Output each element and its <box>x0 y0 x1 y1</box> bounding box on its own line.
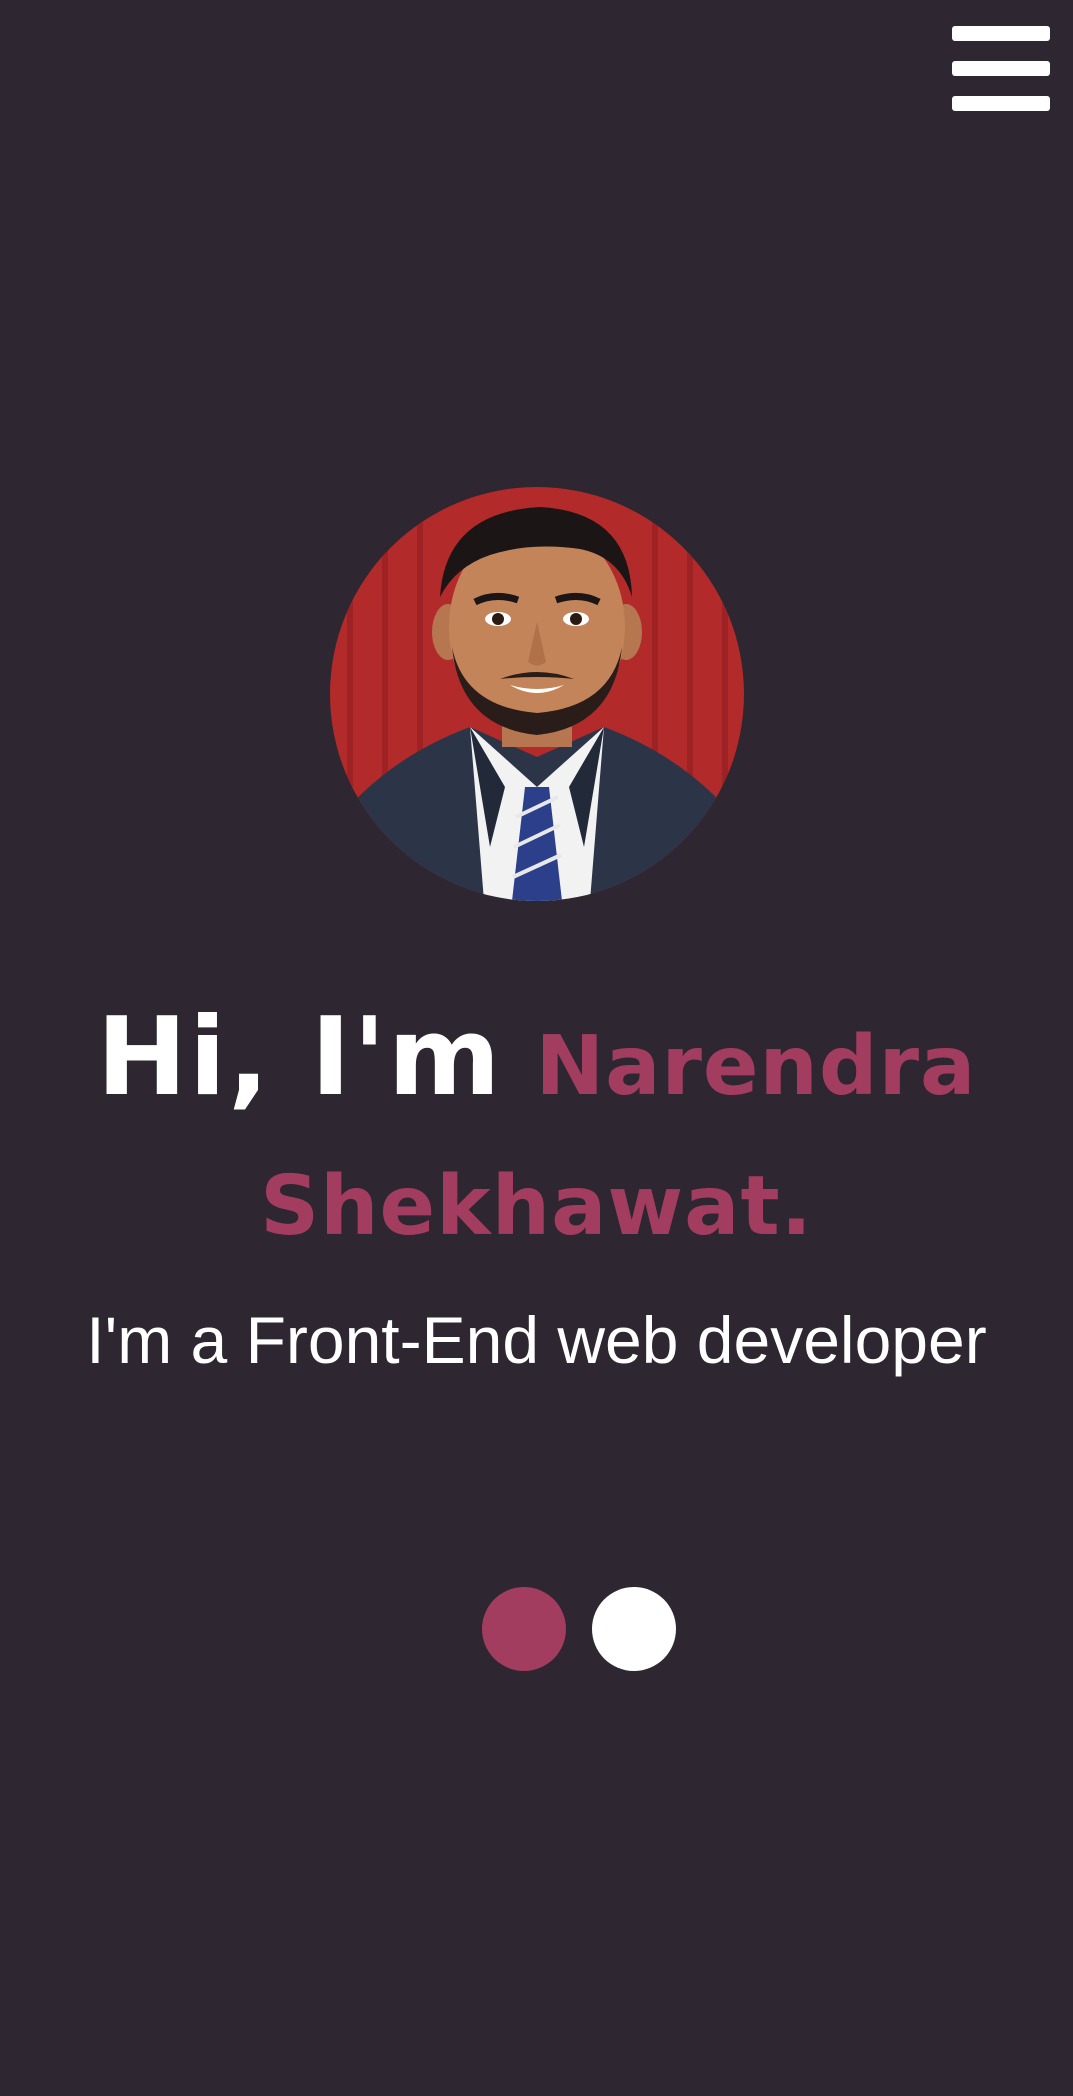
avatar <box>330 487 744 901</box>
menu-bar-top <box>952 26 1050 41</box>
hero-heading: Hi, I'm Narendra Shekhawat. <box>20 990 1053 1275</box>
hero-subtitle: I'm a Front-End web developer <box>86 1303 987 1377</box>
menu-bar-middle <box>952 61 1050 76</box>
slider-dots <box>482 1587 678 1671</box>
page: Hi, I'm Narendra Shekhawat. I'm a Front-… <box>0 0 1073 2096</box>
slider-dot-active[interactable] <box>482 1587 566 1671</box>
greeting-text: Hi, I'm <box>96 995 503 1120</box>
hamburger-menu-icon[interactable] <box>952 26 1052 112</box>
slider-dot-inactive[interactable] <box>592 1587 676 1671</box>
menu-bar-bottom <box>952 96 1050 111</box>
avatar-illustration <box>330 487 744 901</box>
